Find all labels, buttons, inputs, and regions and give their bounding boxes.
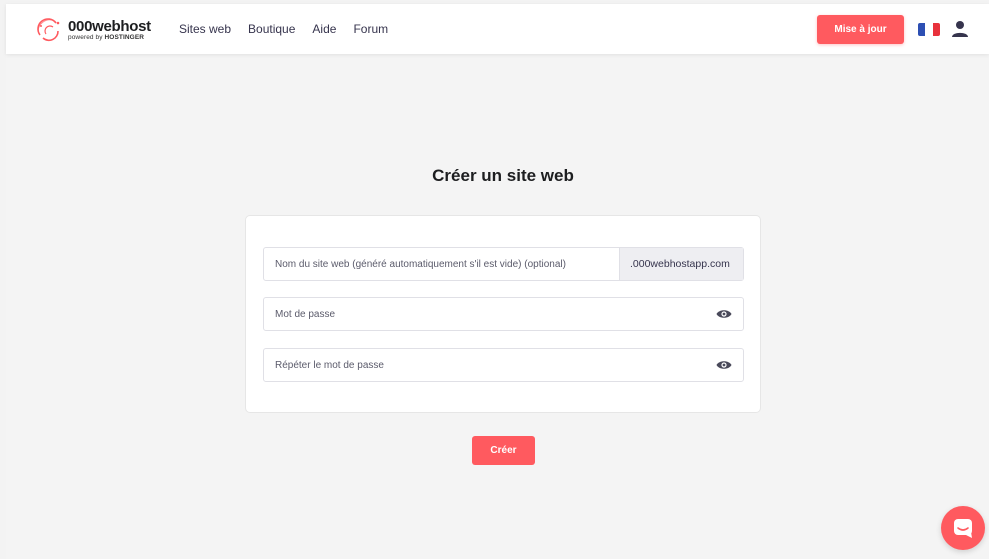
- repeat-password-input[interactable]: [264, 349, 716, 381]
- nav-aide[interactable]: Aide: [312, 22, 336, 36]
- domain-suffix: .000webhostapp.com: [619, 248, 743, 280]
- nav-forum[interactable]: Forum: [353, 22, 388, 36]
- user-icon[interactable]: [951, 20, 969, 38]
- logo[interactable]: 000webhost powered by HOSTINGER: [36, 16, 151, 44]
- main-nav: Sites web Boutique Aide Forum: [179, 22, 405, 36]
- top-header: 000webhost powered by HOSTINGER Sites we…: [6, 4, 989, 54]
- password-field: [263, 297, 744, 331]
- eye-icon[interactable]: [716, 308, 732, 320]
- chat-icon: [954, 519, 972, 538]
- nav-sites-web[interactable]: Sites web: [179, 22, 231, 36]
- logo-wordmark: 000webhost: [68, 17, 151, 35]
- nav-boutique[interactable]: Boutique: [248, 22, 295, 36]
- france-flag-icon[interactable]: [918, 23, 940, 36]
- upgrade-button[interactable]: Mise à jour: [817, 15, 904, 44]
- eye-icon[interactable]: [716, 359, 732, 371]
- site-name-field: .000webhostapp.com: [263, 247, 744, 281]
- logo-tagline: powered by HOSTINGER: [68, 33, 145, 41]
- create-button[interactable]: Créer: [472, 436, 535, 465]
- site-name-input[interactable]: [264, 248, 619, 280]
- page-title: Créer un site web: [432, 166, 574, 185]
- repeat-password-field: [263, 348, 744, 382]
- chat-launcher-button[interactable]: [941, 506, 985, 550]
- logo-swirl-icon: [37, 18, 60, 42]
- password-input[interactable]: [264, 298, 716, 330]
- create-site-form: .000webhostapp.com: [245, 215, 761, 413]
